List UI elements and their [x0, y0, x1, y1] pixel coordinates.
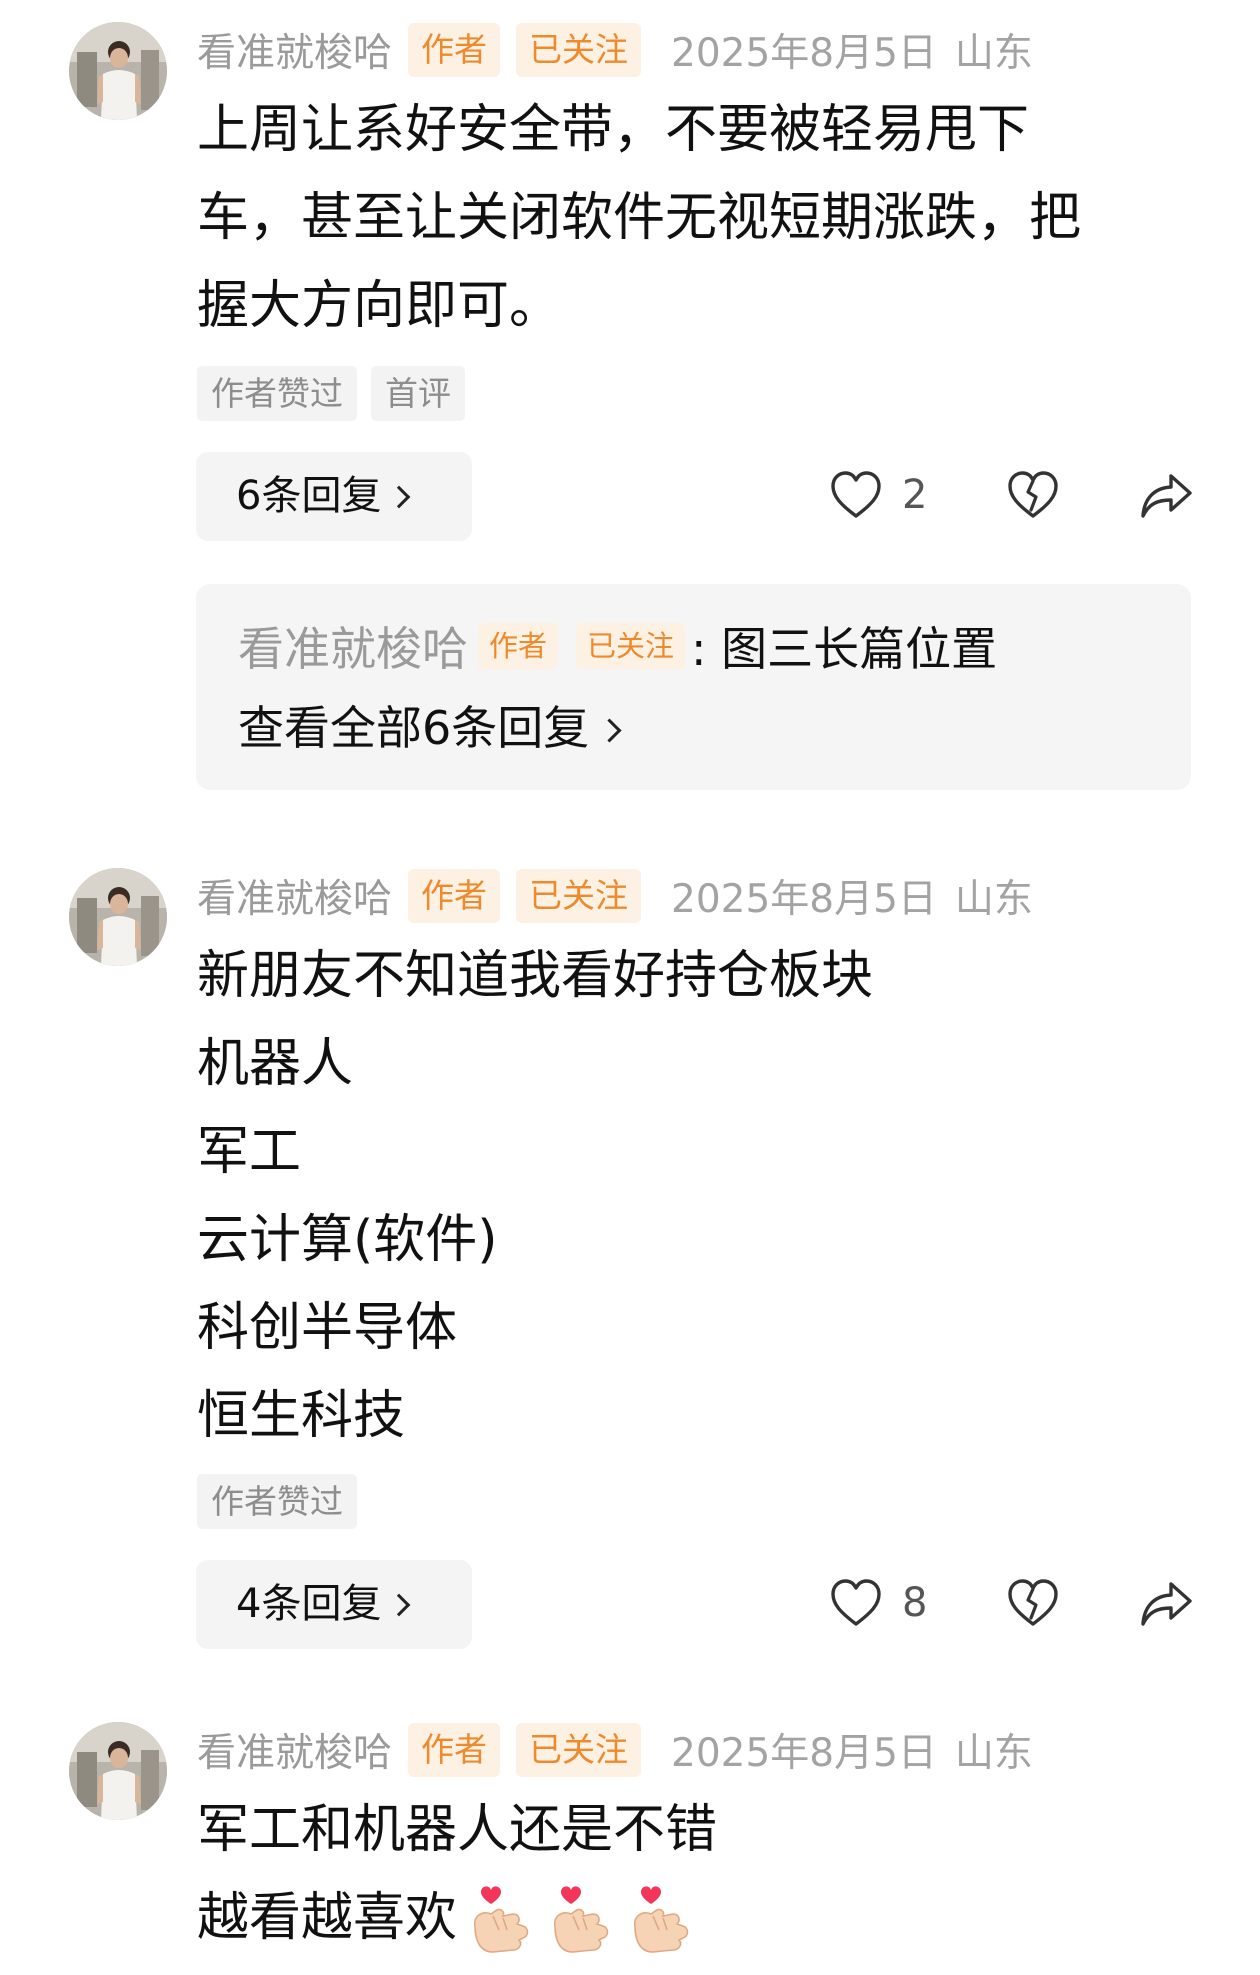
chevron-right-icon — [597, 718, 622, 743]
share-arrow-icon — [1141, 1582, 1192, 1626]
replies-button[interactable]: 6条回复 — [196, 452, 472, 541]
comment-header: 看准就梭哈 作者 已关注 2025年8月5日 山东 — [197, 22, 1051, 78]
finger-heart-emoji — [634, 1886, 689, 1953]
dislike-button[interactable] — [1007, 470, 1059, 520]
comment-text: 军工和机器人还是不错 越看越喜欢 — [197, 1786, 1177, 1962]
reply-text: : 图三长篇位置 — [691, 622, 998, 676]
comment-date: 2025年8月5日 — [671, 1731, 937, 1776]
comment-line: 机器人 — [197, 1034, 354, 1094]
comment-line: 云计算(软件) — [197, 1210, 498, 1270]
followed-tag: 已关注 — [516, 1723, 642, 1777]
reply-preview[interactable]: 看准就梭哈 作者 已关注 : 图三长篇位置 查看全部6条回复 — [196, 584, 1191, 790]
view-all-replies-link[interactable]: 查看全部6条回复 — [238, 692, 622, 758]
like-button[interactable]: 2 — [830, 470, 927, 520]
comment-location: 山东 — [954, 31, 1033, 76]
avatar-image — [69, 1722, 167, 1820]
reply-author-name[interactable]: 看准就梭哈 — [238, 613, 468, 679]
avatar[interactable] — [69, 22, 167, 120]
comment-line: 恒生科技 — [197, 1386, 406, 1446]
avatar[interactable] — [69, 1722, 167, 1820]
author-liked-label: 作者赞过 — [197, 366, 357, 421]
author-tag: 作者 — [408, 23, 501, 77]
finger-heart-emoji — [554, 1886, 609, 1953]
view-all-label: 查看全部6条回复 — [238, 701, 590, 755]
replies-label: 6条回复 — [236, 473, 382, 519]
author-name[interactable]: 看准就梭哈 — [197, 1722, 392, 1778]
comment-line: 越看越喜欢 — [197, 1888, 458, 1948]
share-button[interactable] — [1139, 1580, 1193, 1628]
comment-location: 山东 — [954, 1731, 1033, 1776]
first-comment-label: 首评 — [371, 366, 465, 421]
comment-line: 上周让系好安全带，不要被轻易甩下 — [197, 100, 1030, 160]
comment-line: 科创半导体 — [197, 1298, 458, 1358]
avatar[interactable] — [69, 868, 167, 966]
comment-labels: 作者赞过 — [197, 1474, 371, 1529]
comment-text: 新朋友不知道我看好持仓板块 机器人 军工 云计算(软件) 科创半导体 恒生科技 — [197, 932, 1177, 1460]
share-arrow-icon — [1141, 474, 1192, 518]
comment-header: 看准就梭哈 作者 已关注 2025年8月5日 山东 — [197, 1722, 1051, 1778]
chevron-right-icon — [388, 1593, 411, 1617]
replies-label: 4条回复 — [236, 1581, 382, 1627]
reply-preview-line: 看准就梭哈 作者 已关注 : 图三长篇位置 — [238, 614, 997, 678]
like-count: 2 — [902, 472, 928, 518]
finger-heart-emoji — [474, 1886, 529, 1953]
comment-header: 看准就梭哈 作者 已关注 2025年8月5日 山东 — [197, 868, 1051, 924]
author-liked-label: 作者赞过 — [197, 1474, 357, 1529]
comment-date: 2025年8月5日 — [671, 877, 937, 922]
comment-location: 山东 — [954, 877, 1033, 922]
author-tag: 作者 — [408, 1723, 501, 1777]
share-button[interactable] — [1139, 472, 1193, 520]
comment-line: 握大方向即可。 — [197, 276, 562, 336]
comment-line: 新朋友不知道我看好持仓板块 — [197, 946, 874, 1006]
chevron-right-icon — [388, 485, 411, 509]
comment-line: 车，甚至让关闭软件无视短期涨跌，把 — [197, 188, 1082, 248]
avatar-image — [69, 22, 167, 120]
comment-date: 2025年8月5日 — [671, 31, 937, 76]
comment-line-with-emoji: 越看越喜欢 — [197, 1874, 1177, 1962]
reply-author-tag: 作者 — [478, 623, 559, 669]
author-name[interactable]: 看准就梭哈 — [197, 868, 392, 924]
reply-followed-tag: 已关注 — [576, 623, 686, 669]
like-count: 8 — [902, 1580, 928, 1626]
replies-button[interactable]: 4条回复 — [196, 1560, 472, 1649]
broken-heart-icon — [1008, 1579, 1058, 1626]
comment-line: 军工和机器人还是不错 — [197, 1800, 718, 1860]
followed-tag: 已关注 — [516, 869, 642, 923]
avatar-image — [69, 868, 167, 966]
author-tag: 作者 — [408, 869, 501, 923]
heart-outline-icon — [831, 471, 881, 518]
dislike-button[interactable] — [1007, 1578, 1059, 1628]
like-button[interactable]: 8 — [830, 1578, 927, 1628]
author-name[interactable]: 看准就梭哈 — [197, 22, 392, 78]
comment-text: 上周让系好安全带，不要被轻易甩下 车，甚至让关闭软件无视短期涨跌，把 握大方向即… — [197, 86, 1177, 350]
comment-labels: 作者赞过 首评 — [197, 366, 479, 421]
comment-line: 军工 — [197, 1122, 302, 1182]
heart-outline-icon — [831, 1579, 881, 1626]
broken-heart-icon — [1008, 471, 1058, 518]
followed-tag: 已关注 — [516, 23, 642, 77]
